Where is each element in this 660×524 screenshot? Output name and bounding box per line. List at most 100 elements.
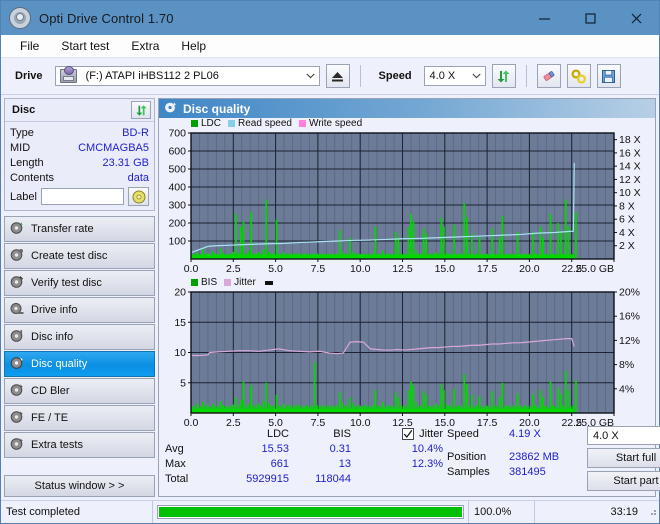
svg-text:15.0: 15.0 bbox=[435, 417, 456, 429]
progress-bar-fill bbox=[159, 507, 462, 517]
maximize-icon[interactable] bbox=[567, 1, 613, 35]
start-full-button[interactable]: Start full bbox=[587, 448, 660, 468]
svg-text:500: 500 bbox=[168, 164, 186, 176]
svg-text:300: 300 bbox=[168, 200, 186, 212]
sidebar-item-create-test-disc[interactable]: Create test disc bbox=[4, 243, 155, 269]
svg-text:0.0: 0.0 bbox=[184, 263, 199, 275]
sidebar-item-label: Disc info bbox=[31, 331, 74, 343]
svg-text:700: 700 bbox=[168, 129, 186, 140]
drive-label: Drive bbox=[15, 70, 43, 82]
menu-item-file[interactable]: File bbox=[11, 37, 48, 55]
disc-row-length: Length 23.31 GB bbox=[10, 155, 149, 170]
disc-label-row: Label bbox=[10, 187, 149, 206]
svg-text:12.5: 12.5 bbox=[392, 263, 413, 275]
main-panel-title: Disc quality bbox=[183, 101, 251, 116]
disc-row-type: Type BD-R bbox=[10, 125, 149, 140]
svg-text:200: 200 bbox=[168, 218, 186, 230]
disc-quality-icon bbox=[164, 101, 177, 117]
svg-text:400: 400 bbox=[168, 182, 186, 194]
scroll-marker-icon bbox=[264, 280, 273, 285]
menu-item-start-test[interactable]: Start test bbox=[52, 37, 118, 55]
legend-label: Jitter bbox=[234, 277, 256, 288]
info-position-label: Position bbox=[447, 450, 487, 463]
svg-text:10: 10 bbox=[174, 347, 186, 359]
sidebar-item-label: CD Bler bbox=[31, 385, 70, 397]
ldc-chart: 100 200 300 400 500 600 700 2 X4 X6 X 8 X 10 X 12 … bbox=[163, 129, 651, 277]
sidebar-item-label: Disc quality bbox=[31, 358, 88, 370]
refresh-button[interactable] bbox=[491, 64, 516, 88]
close-icon[interactable] bbox=[613, 1, 659, 35]
tools-button[interactable] bbox=[566, 64, 591, 88]
svg-text:25.0 GB: 25.0 GB bbox=[575, 263, 614, 275]
bis-chart-legend: BIS Jitter bbox=[163, 277, 651, 288]
erase-button[interactable] bbox=[536, 64, 561, 88]
svg-text:10.0: 10.0 bbox=[350, 263, 371, 275]
speed-select[interactable]: 4.0 X bbox=[423, 66, 486, 86]
disc-info-icon bbox=[10, 329, 24, 346]
disc-panel-header: Disc bbox=[5, 99, 154, 122]
svg-text:20.0: 20.0 bbox=[519, 263, 540, 275]
toolbar-divider-2 bbox=[525, 65, 527, 87]
legend-swatch bbox=[191, 120, 198, 127]
extra-tests-icon bbox=[10, 437, 24, 454]
disc-label-apply-button[interactable] bbox=[128, 187, 149, 206]
info-panel: Speed Position Samples 4.19 X 23862 MB 3… bbox=[447, 426, 660, 491]
sidebar-item-verify-test-disc[interactable]: Verify test disc bbox=[4, 270, 155, 296]
menu-item-extra[interactable]: Extra bbox=[122, 37, 168, 55]
main-panel-header: Disc quality bbox=[159, 99, 655, 118]
bis-jitter-chart-svg: 5 10 15 20 4% 8% 12% 16% 20% 0.0 2.5 5.0 7.5 10.0 12.5… bbox=[174, 288, 640, 429]
sidebar-item-extra-tests[interactable]: Extra tests bbox=[4, 432, 155, 458]
sidebar-item-label: Create test disc bbox=[31, 250, 108, 262]
status-elapsed-time: 33:19 bbox=[610, 506, 638, 518]
legend-label: Write speed bbox=[308, 118, 363, 129]
svg-text:2.5: 2.5 bbox=[226, 417, 241, 429]
save-button[interactable] bbox=[596, 64, 621, 88]
sidebar-item-fe-te[interactable]: FE / TE bbox=[4, 405, 155, 431]
svg-text:2 X: 2 X bbox=[619, 240, 635, 252]
info-controls: 4.0 X Start full Start part bbox=[587, 426, 660, 491]
stats-total-ldc: 5929915 bbox=[246, 472, 289, 485]
sidebar-item-label: Drive info bbox=[31, 304, 78, 316]
stats-max-jitter: 12.3% bbox=[411, 457, 443, 470]
disc-label-input[interactable] bbox=[40, 188, 124, 205]
cd-bler-icon bbox=[10, 383, 24, 400]
disc-panel-title: Disc bbox=[12, 104, 36, 116]
test-speed-select[interactable]: 4.0 X bbox=[587, 426, 660, 445]
stats-row-label: Max bbox=[165, 457, 186, 470]
svg-text:5: 5 bbox=[180, 377, 186, 389]
stats-avg-bis: 0.31 bbox=[329, 442, 351, 455]
stats-avg-ldc: 15.53 bbox=[261, 442, 289, 455]
start-part-button[interactable]: Start part bbox=[587, 471, 660, 491]
chevron-down-icon bbox=[302, 67, 319, 85]
sidebar-item-disc-info[interactable]: Disc info bbox=[4, 324, 155, 350]
menu-item-help[interactable]: Help bbox=[172, 37, 215, 55]
disc-refresh-button[interactable] bbox=[131, 101, 151, 119]
status-window-button[interactable]: Status window > > bbox=[4, 475, 155, 497]
svg-text:7.5: 7.5 bbox=[311, 417, 326, 429]
eject-button[interactable] bbox=[325, 64, 350, 88]
svg-text:16%: 16% bbox=[619, 311, 640, 323]
minimize-icon[interactable] bbox=[521, 1, 567, 35]
resize-grip[interactable] bbox=[643, 506, 659, 518]
sidebar-item-label: Transfer rate bbox=[31, 223, 94, 235]
legend-label: BIS bbox=[201, 277, 218, 288]
speed-select-value: 4.0 X bbox=[429, 70, 456, 82]
disc-verify-icon bbox=[10, 275, 24, 292]
sidebar-item-transfer-rate[interactable]: Transfer rate bbox=[4, 216, 155, 242]
disc-properties: Type BD-R MID CMCMAGBA5 Length 23.31 GB … bbox=[5, 122, 154, 210]
charts-area: LDC Read speed Write speed 100 200 300 400 5… bbox=[159, 118, 655, 429]
sidebar-item-drive-info[interactable]: Drive info bbox=[4, 297, 155, 323]
status-bar: Test completed 100.0% 33:19 bbox=[1, 500, 659, 523]
ldc-chart-svg: 100 200 300 400 500 600 700 2 X4 X6 X 8 X10 X12 … bbox=[168, 129, 641, 275]
drive-select[interactable]: (F:) ATAPI iHBS112 2 PL06 bbox=[54, 66, 320, 86]
svg-text:12 X: 12 X bbox=[619, 174, 641, 186]
stats-area: LDC BIS Jitter Avg 15.53 0.31 10.4% Max … bbox=[159, 422, 660, 496]
sidebar-item-cd-bler[interactable]: CD Bler bbox=[4, 378, 155, 404]
drive-icon bbox=[59, 66, 77, 83]
disc-test-icon bbox=[10, 221, 24, 238]
svg-text:12.5: 12.5 bbox=[392, 417, 413, 429]
stats-row-max: Max 661 13 12.3% bbox=[165, 456, 447, 471]
app-disc-icon bbox=[9, 7, 31, 29]
sidebar-item-disc-quality[interactable]: Disc quality bbox=[4, 351, 155, 377]
svg-text:20.0: 20.0 bbox=[519, 417, 540, 429]
